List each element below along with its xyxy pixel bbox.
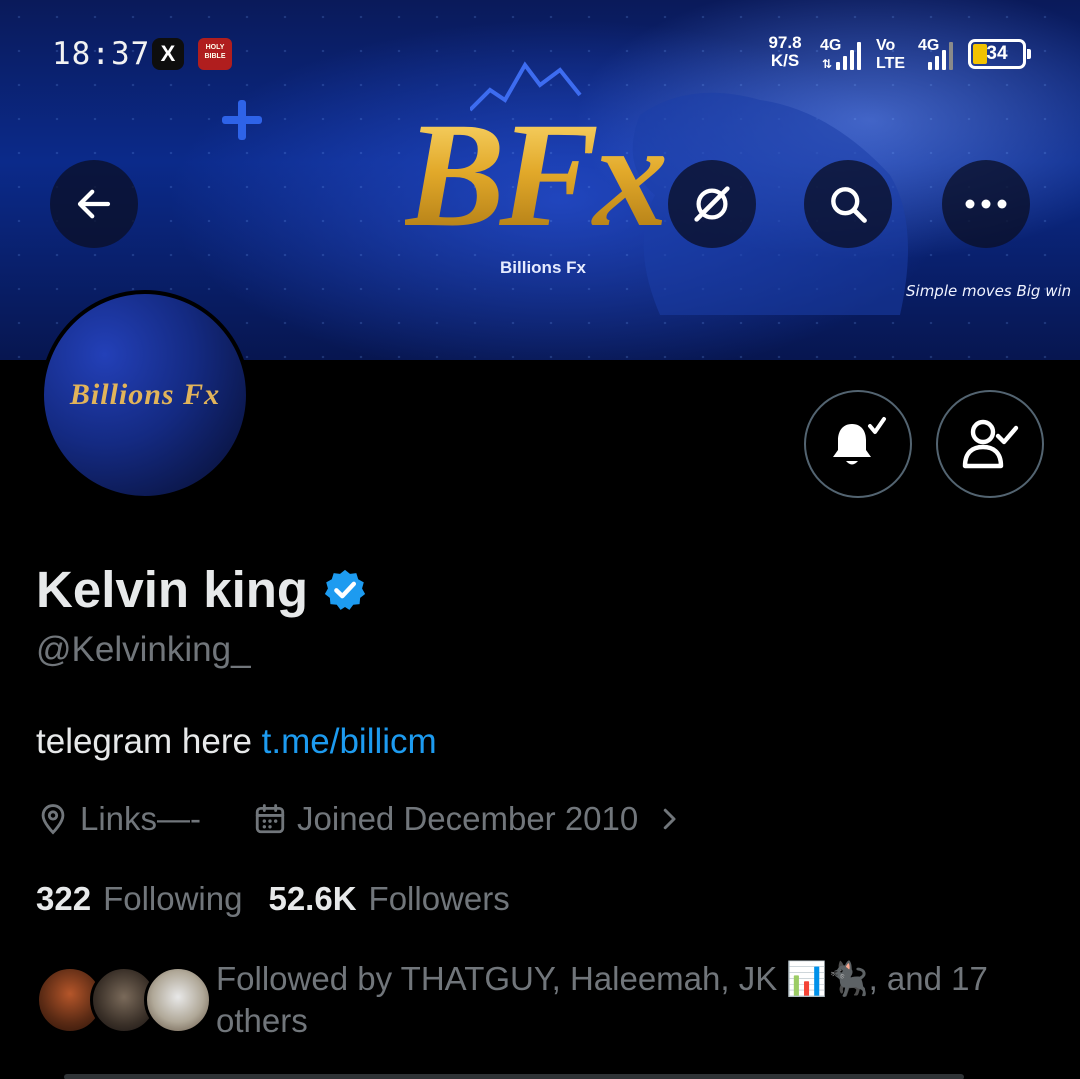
bio-text: telegram here bbox=[36, 722, 262, 761]
following-count: 322 bbox=[36, 880, 92, 917]
banner-tagline: Simple moves Big win bbox=[906, 282, 1072, 300]
bio-link[interactable]: t.me/billicm bbox=[262, 722, 437, 761]
sim1-signal-icon bbox=[836, 40, 861, 70]
following-label: Following bbox=[103, 880, 243, 917]
arrow-left-icon bbox=[77, 189, 111, 219]
display-name: Kelvin king bbox=[36, 561, 309, 618]
followed-by-text: Followed by THATGUY, Haleemah, JK 📊🐈‍⬛, … bbox=[216, 960, 988, 1039]
grok-icon bbox=[694, 186, 730, 222]
calendar-icon bbox=[255, 804, 285, 834]
notifications-button[interactable] bbox=[804, 390, 912, 498]
more-icon bbox=[965, 199, 1007, 209]
back-button[interactable] bbox=[50, 160, 138, 248]
x-app-icon: X bbox=[152, 38, 184, 70]
verified-badge-icon[interactable] bbox=[322, 567, 368, 613]
battery-icon: 34 bbox=[968, 39, 1031, 69]
data-arrows-icon: ⇅ bbox=[822, 57, 833, 71]
profile-meta: Links—- Joined December 2010 bbox=[36, 800, 684, 838]
avatar-logo-text: Billions Fx bbox=[69, 378, 221, 411]
location-pin-icon bbox=[41, 804, 65, 835]
bell-check-icon bbox=[833, 417, 886, 465]
battery-level: 34 bbox=[986, 43, 1008, 64]
volte-top: Vo bbox=[876, 37, 896, 54]
bible-app-icon: HOLY BIBLE bbox=[198, 38, 232, 70]
handle: @Kelvinking_ bbox=[36, 630, 251, 669]
followers-count: 52.6K bbox=[268, 880, 357, 917]
more-button[interactable] bbox=[942, 160, 1030, 248]
person-check-icon bbox=[962, 419, 1019, 469]
banner-logo-subtitle: Billions Fx bbox=[500, 258, 586, 277]
banner-logo: BFx bbox=[405, 95, 685, 265]
status-time: 18:37 bbox=[52, 36, 151, 72]
network-speed-unit: K/S bbox=[770, 51, 800, 70]
following-stat[interactable]: 322 Following bbox=[36, 880, 242, 918]
network-speed-value: 97.8 bbox=[768, 33, 802, 52]
name-row: Kelvin king bbox=[36, 560, 368, 619]
banner-plus-decoration bbox=[222, 100, 262, 140]
location-item: Links—- bbox=[36, 800, 201, 838]
grok-button[interactable] bbox=[668, 160, 756, 248]
follower-avatar bbox=[144, 966, 212, 1034]
joined-text: Joined December 2010 bbox=[297, 800, 639, 837]
volte-bottom: LTE bbox=[876, 55, 906, 72]
chevron-right-icon bbox=[664, 808, 676, 830]
joined-item[interactable]: Joined December 2010 bbox=[253, 800, 684, 838]
avatar-image: Billions Fx bbox=[44, 294, 246, 496]
follow-stats: 322 Following 52.6K Followers bbox=[36, 880, 510, 918]
next-section-edge bbox=[64, 1074, 964, 1079]
search-icon bbox=[831, 187, 867, 223]
sim2-signal-icon bbox=[928, 40, 953, 70]
followers-stat[interactable]: 52.6K Followers bbox=[268, 880, 509, 918]
profile-avatar[interactable]: Billions Fx bbox=[40, 290, 250, 500]
bio: telegram here t.me/billicm bbox=[36, 722, 437, 762]
network-speed: 97.8 K/S bbox=[762, 34, 808, 70]
followers-label: Followers bbox=[368, 880, 510, 917]
search-button[interactable] bbox=[804, 160, 892, 248]
following-button[interactable] bbox=[936, 390, 1044, 498]
location-text: Links—- bbox=[80, 800, 202, 837]
